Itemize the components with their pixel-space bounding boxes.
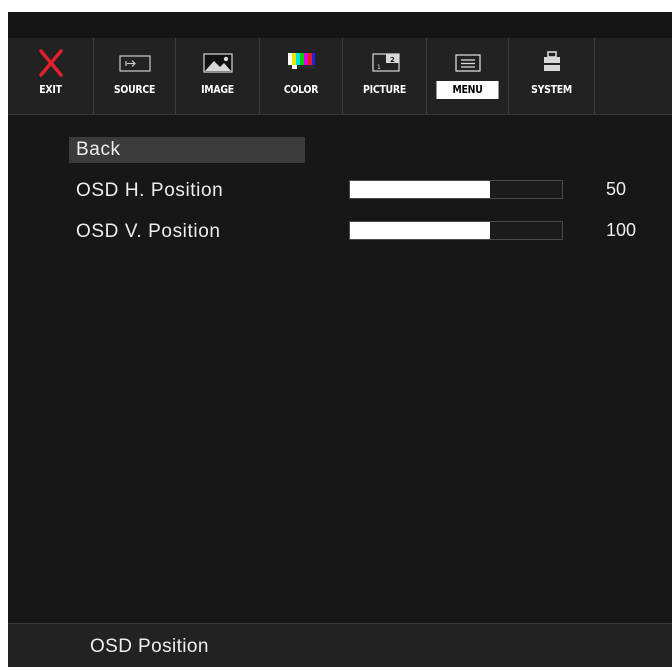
tab-image[interactable]: IMAGE: [176, 38, 260, 114]
tab-system-label: SYSTEM: [531, 83, 572, 96]
osd-menu-window: EXIT SOURCE IMAGE COLOR 2 1 PICTURE MENU…: [8, 12, 672, 667]
tab-menu[interactable]: MENU: [427, 38, 509, 114]
menu-icon: [427, 48, 508, 78]
osd-h-position-slider[interactable]: [349, 180, 563, 199]
tab-picture[interactable]: 2 1 PICTURE: [343, 38, 427, 114]
tab-source[interactable]: SOURCE: [94, 38, 176, 114]
top-band: [8, 12, 672, 38]
osd-h-position-value: 50: [606, 179, 627, 199]
back-item[interactable]: Back: [76, 137, 121, 163]
osd-h-position-fill: [350, 181, 490, 198]
status-footer: OSD Position: [8, 623, 672, 667]
svg-text:2: 2: [390, 56, 395, 64]
tab-bar: EXIT SOURCE IMAGE COLOR 2 1 PICTURE MENU…: [8, 38, 672, 115]
osd-v-position-label[interactable]: OSD V. Position: [76, 219, 221, 245]
svg-text:1: 1: [377, 64, 381, 71]
color-bars-icon: [260, 48, 342, 78]
source-input-icon: [94, 48, 175, 78]
tab-color-label: COLOR: [283, 83, 319, 96]
close-x-icon: [8, 48, 93, 78]
tab-menu-label: MENU: [436, 81, 499, 99]
tab-system[interactable]: SYSTEM: [509, 38, 595, 114]
system-icon: [509, 48, 594, 78]
footer-title: OSD Position: [90, 636, 209, 657]
tab-exit-label: EXIT: [39, 83, 62, 96]
tab-image-label: IMAGE: [201, 83, 234, 96]
picture-in-picture-icon: 2 1: [343, 48, 426, 78]
tab-picture-label: PICTURE: [363, 83, 406, 96]
image-icon: [176, 48, 259, 78]
osd-h-position-label[interactable]: OSD H. Position: [76, 178, 223, 204]
osd-v-position-value: 100: [606, 220, 637, 240]
tab-color[interactable]: COLOR: [260, 38, 343, 114]
tab-source-label: SOURCE: [113, 83, 156, 96]
osd-v-position-fill: [350, 222, 490, 239]
tab-exit[interactable]: EXIT: [8, 38, 94, 114]
osd-v-position-slider[interactable]: [349, 221, 563, 240]
